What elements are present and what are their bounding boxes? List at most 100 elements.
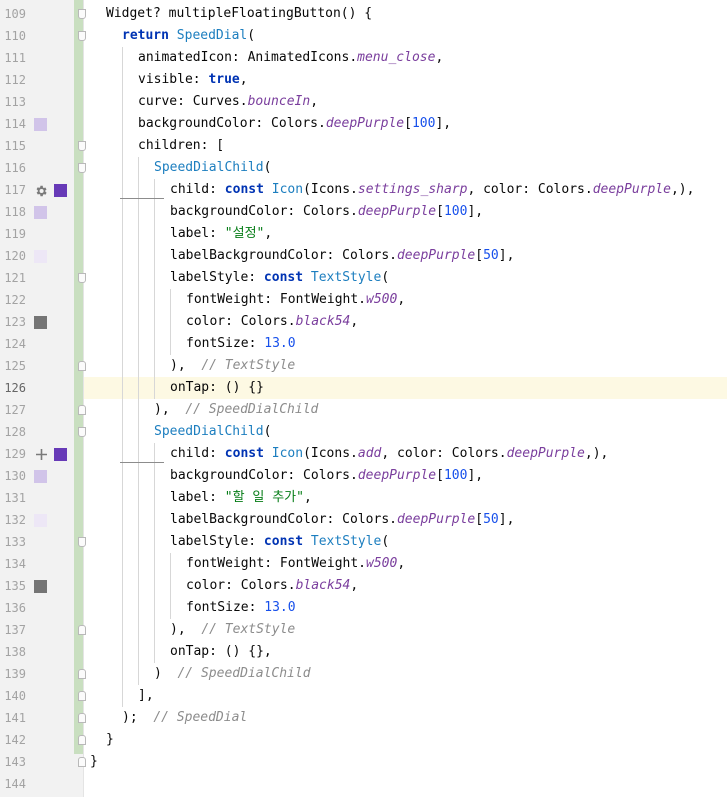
code-line[interactable]: fontSize: 13.0	[186, 333, 296, 355]
color-swatch-icon[interactable]	[34, 118, 47, 131]
line-number[interactable]: 141	[0, 707, 26, 729]
code-line[interactable]: labelBackgroundColor: Colors.deepPurple[…	[170, 509, 514, 531]
line-number[interactable]: 127	[0, 399, 26, 421]
gear-icon[interactable]	[34, 184, 47, 197]
code-line[interactable]: backgroundColor: Colors.deepPurple[100],	[170, 201, 483, 223]
line-number[interactable]: 129	[0, 443, 26, 465]
code-line[interactable]: animatedIcon: AnimatedIcons.menu_close,	[138, 47, 443, 69]
line-number[interactable]: 120	[0, 245, 26, 267]
line-number[interactable]: 123	[0, 311, 26, 333]
line-number[interactable]: 140	[0, 685, 26, 707]
fold-end-icon[interactable]	[78, 757, 86, 767]
code-line[interactable]: visible: true,	[138, 69, 248, 91]
color-swatch-icon[interactable]	[34, 514, 47, 527]
line-number[interactable]: 122	[0, 289, 26, 311]
line-number[interactable]: 118	[0, 201, 26, 223]
code-line[interactable]: ), // TextStyle	[170, 619, 295, 641]
code-line[interactable]: SpeedDialChild(	[154, 157, 271, 179]
color-swatch-icon[interactable]	[34, 316, 47, 329]
fold-open-icon[interactable]	[78, 427, 86, 437]
code-line[interactable]: labelStyle: const TextStyle(	[170, 531, 389, 553]
code-line[interactable]: ) // SpeedDialChild	[154, 663, 311, 685]
fold-end-icon[interactable]	[78, 625, 86, 635]
line-number[interactable]: 114	[0, 113, 26, 135]
fold-open-icon[interactable]	[78, 537, 86, 547]
fold-end-icon[interactable]	[78, 691, 86, 701]
code-line[interactable]: label: "할 일 추가",	[170, 487, 312, 509]
line-number[interactable]: 132	[0, 509, 26, 531]
code-line[interactable]: fontSize: 13.0	[186, 597, 296, 619]
line-number[interactable]: 113	[0, 91, 26, 113]
code-line[interactable]: }	[90, 751, 98, 773]
line-number[interactable]: 128	[0, 421, 26, 443]
line-number[interactable]: 126	[0, 377, 26, 399]
fold-end-icon[interactable]	[78, 735, 86, 745]
code-line[interactable]: fontWeight: FontWeight.w500,	[186, 553, 405, 575]
line-number[interactable]: 142	[0, 729, 26, 751]
color-swatch-icon[interactable]	[54, 448, 67, 461]
line-number[interactable]: 116	[0, 157, 26, 179]
code-line[interactable]: fontWeight: FontWeight.w500,	[186, 289, 405, 311]
fold-open-icon[interactable]	[78, 141, 86, 151]
line-number[interactable]: 121	[0, 267, 26, 289]
line-number[interactable]: 136	[0, 597, 26, 619]
fold-open-icon[interactable]	[78, 273, 86, 283]
fold-end-icon[interactable]	[78, 713, 86, 723]
line-number[interactable]: 125	[0, 355, 26, 377]
line-number[interactable]: 130	[0, 465, 26, 487]
line-number[interactable]: 112	[0, 69, 26, 91]
code-line[interactable]: labelStyle: const TextStyle(	[170, 267, 389, 289]
line-number[interactable]: 111	[0, 47, 26, 69]
color-swatch-icon[interactable]	[34, 470, 47, 483]
vcs-change-marker[interactable]	[74, 0, 83, 754]
line-number[interactable]: 109	[0, 3, 26, 25]
line-number[interactable]: 110	[0, 25, 26, 47]
code-line[interactable]: backgroundColor: Colors.deepPurple[100],	[138, 113, 451, 135]
code-line[interactable]: labelBackgroundColor: Colors.deepPurple[…	[170, 245, 514, 267]
color-swatch-icon[interactable]	[54, 184, 67, 197]
code-line[interactable]: children: [	[138, 135, 224, 157]
color-swatch-icon[interactable]	[34, 250, 47, 263]
code-line[interactable]: ), // TextStyle	[170, 355, 295, 377]
fold-open-icon[interactable]	[78, 163, 86, 173]
code-line[interactable]: curve: Curves.bounceIn,	[138, 91, 318, 113]
line-number[interactable]: 138	[0, 641, 26, 663]
code-line[interactable]: ); // SpeedDial	[122, 707, 247, 729]
code-line[interactable]: ],	[138, 685, 154, 707]
line-number[interactable]: 143	[0, 751, 26, 773]
code-line[interactable]: onTap: () {},	[170, 641, 272, 663]
code-line[interactable]: label: "설정",	[170, 223, 272, 245]
line-number[interactable]: 137	[0, 619, 26, 641]
fold-end-icon[interactable]	[78, 405, 86, 415]
line-number[interactable]: 119	[0, 223, 26, 245]
fold-end-icon[interactable]	[78, 669, 86, 679]
line-number[interactable]: 139	[0, 663, 26, 685]
line-number[interactable]: 115	[0, 135, 26, 157]
code-line[interactable]: return SpeedDial(	[122, 25, 255, 47]
code-line[interactable]: color: Colors.black54,	[186, 575, 358, 597]
fold-open-icon[interactable]	[78, 31, 86, 41]
code-line[interactable]: child: const Icon(Icons.add, color: Colo…	[170, 443, 608, 465]
line-number[interactable]: 135	[0, 575, 26, 597]
code-token: , color: Colors.	[467, 182, 593, 197]
line-number[interactable]: 134	[0, 553, 26, 575]
code-token: [	[475, 512, 484, 527]
code-line[interactable]: Widget? multipleFloatingButton() {	[106, 3, 372, 25]
code-line[interactable]: ), // SpeedDialChild	[154, 399, 318, 421]
line-number[interactable]: 144	[0, 773, 26, 795]
code-line[interactable]: backgroundColor: Colors.deepPurple[100],	[170, 465, 483, 487]
code-line[interactable]: }	[106, 729, 114, 751]
fold-open-icon[interactable]	[78, 9, 86, 19]
line-number[interactable]: 131	[0, 487, 26, 509]
line-number[interactable]: 133	[0, 531, 26, 553]
line-number[interactable]: 117	[0, 179, 26, 201]
plus-icon[interactable]	[35, 448, 48, 461]
fold-end-icon[interactable]	[78, 361, 86, 371]
color-swatch-icon[interactable]	[34, 580, 47, 593]
code-line[interactable]: child: const Icon(Icons.settings_sharp, …	[170, 179, 694, 201]
color-swatch-icon[interactable]	[34, 206, 47, 219]
code-line[interactable]: color: Colors.black54,	[186, 311, 358, 333]
code-line[interactable]: onTap: () {}	[170, 377, 264, 399]
line-number[interactable]: 124	[0, 333, 26, 355]
code-line[interactable]: SpeedDialChild(	[154, 421, 271, 443]
